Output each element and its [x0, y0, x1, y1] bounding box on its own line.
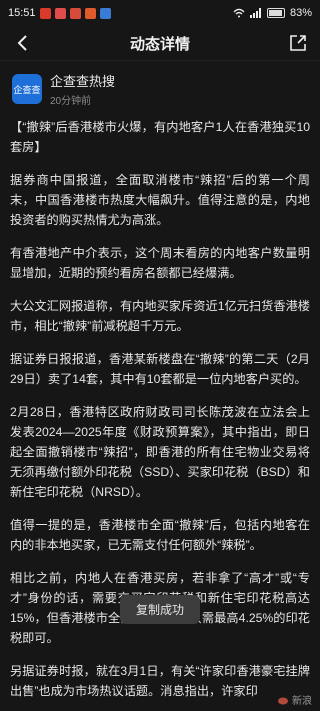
notification-icon — [84, 7, 96, 19]
post-paragraph: 【“撤辣”后香港楼市火爆，有内地客户1人在香港独买10套房】 — [10, 120, 310, 154]
wifi-icon — [233, 8, 245, 18]
post-paragraph: 据券商中国报道，全面取消楼市“辣招”后的第一个周末，中国香港楼市热度大幅飙升。值… — [10, 173, 310, 227]
status-right: 83% — [233, 7, 312, 19]
status-time: 15:51 — [8, 7, 36, 19]
weibo-icon — [278, 697, 288, 704]
post-time: 20分钟前 — [50, 96, 92, 107]
post-paragraph: 2月28日，香港特区政府财政司司长陈茂波在立法会上发表2024—2025年度《财… — [10, 405, 310, 499]
watermark: 新浪 — [277, 692, 312, 707]
notification-icon — [69, 7, 81, 19]
battery-icon — [266, 8, 285, 18]
page-title: 动态详情 — [129, 35, 190, 53]
share-icon[interactable] — [286, 31, 310, 55]
watermark-text: 新浪 — [292, 696, 312, 707]
signal-icon — [249, 8, 261, 18]
avatar[interactable]: 企查查 — [12, 74, 42, 104]
notification-icon — [99, 7, 111, 19]
post-paragraph: 值得一提的是，香港楼市全面“撤辣”后，包括内地客在内的非本地买家，已无需支付任何… — [10, 518, 310, 552]
author-info: 企查查热搜 20分钟前 — [50, 71, 115, 107]
author-name[interactable]: 企查查热搜 — [50, 71, 115, 90]
status-bar: 15:51 83% — [0, 0, 320, 26]
status-left: 15:51 — [8, 7, 111, 19]
back-arrow-icon[interactable] — [10, 31, 34, 55]
avatar-text: 企查查 — [13, 84, 41, 95]
top-nav: 动态详情 — [0, 26, 320, 61]
post-paragraph: 据证券日报报道，香港某新楼盘在“撤辣”的第二天（2月29日）卖了14套，其中有1… — [10, 352, 310, 386]
author-block[interactable]: 企查查 企查查热搜 20分钟前 — [0, 61, 320, 115]
notification-icon — [39, 7, 51, 19]
copy-success-toast: 复制成功 — [119, 595, 201, 624]
post-paragraph: 大公文汇网报道称，有内地买家斥资近1亿元扫货香港楼市，相比“撤辣”前减税超千万元… — [10, 299, 310, 333]
battery-level: 83% — [289, 7, 312, 19]
notification-icon — [54, 7, 66, 19]
post-paragraph: 有香港地产中介表示，这个周末看房的内地客户数量明显增加，近期的预约看房名额都已经… — [10, 246, 310, 280]
post-paragraph: 另据证券时报，就在3月1日，有关“许家印香港豪宅挂牌出售”也成为市场热议话题。消… — [10, 664, 310, 698]
